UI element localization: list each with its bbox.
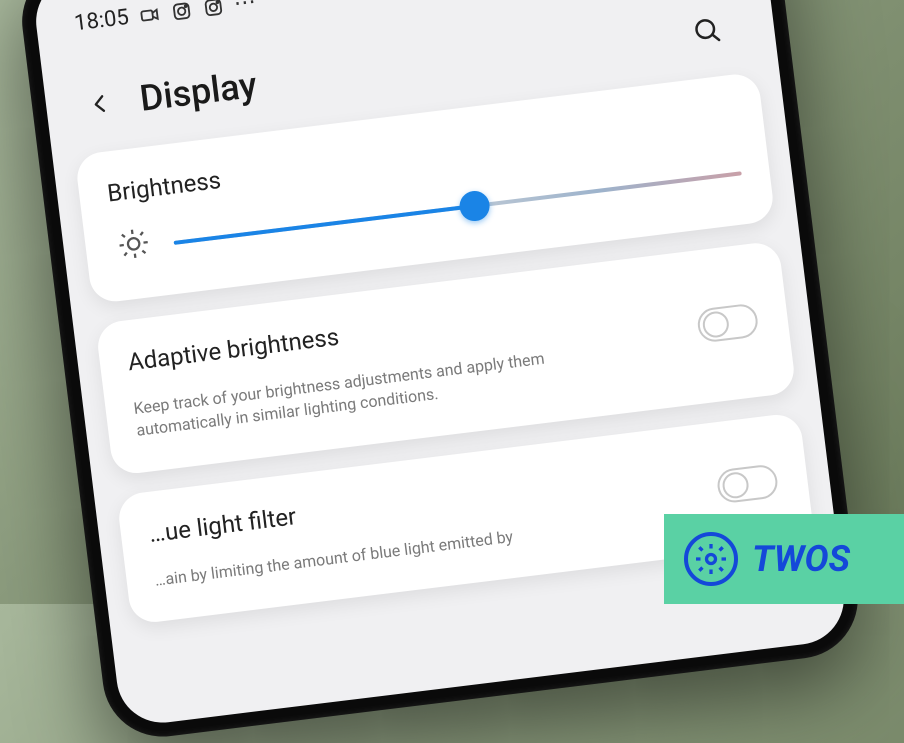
status-time: 18:05	[73, 5, 130, 36]
watermark-brand: TWOS	[752, 538, 850, 580]
chevron-left-icon	[87, 86, 113, 122]
adaptive-brightness-toggle[interactable]	[696, 303, 760, 344]
slider-thumb[interactable]	[458, 189, 491, 222]
phone-screen: 18:05 ⋯	[31, 0, 849, 728]
search-button[interactable]	[684, 7, 733, 56]
watermark-overlay: TWOS	[664, 514, 904, 604]
slider-track-fill	[174, 204, 475, 245]
more-notifications-icon: ⋯	[232, 0, 259, 17]
instagram-icon	[201, 0, 226, 19]
instagram-icon	[169, 0, 194, 23]
brightness-sun-icon	[112, 225, 157, 272]
page-title: Display	[137, 64, 259, 120]
search-icon	[691, 15, 724, 48]
gear-icon	[684, 532, 738, 586]
video-call-icon	[137, 2, 162, 27]
back-button[interactable]	[76, 79, 125, 128]
phone-frame: 18:05 ⋯	[15, 0, 864, 743]
